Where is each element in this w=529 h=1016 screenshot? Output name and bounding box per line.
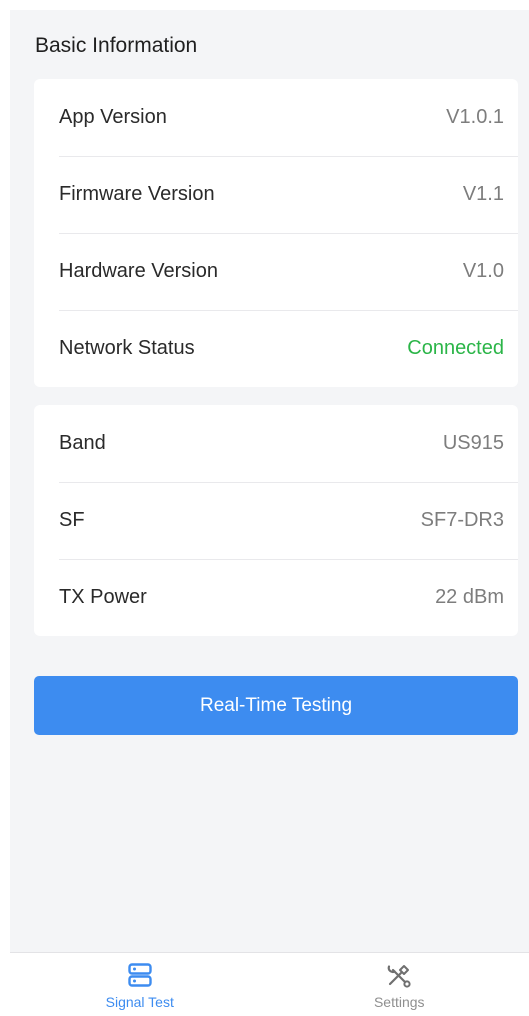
row-value: 22 dBm [435,586,504,608]
tab-settings[interactable]: Settings [270,953,529,1016]
row-label: App Version [59,106,167,128]
row-label: SF [59,509,85,531]
row-label: TX Power [59,586,147,608]
network-status-value: Connected [407,337,504,359]
row-value: SF7-DR3 [420,509,504,531]
row-tx-power: TX Power 22 dBm [34,559,518,636]
tab-label: Settings [373,994,425,1010]
row-sf: SF SF7-DR3 [34,482,518,559]
row-firmware-version: Firmware Version V1.1 [34,156,518,233]
row-label: Band [59,432,106,454]
basic-info-card: App Version V1.0.1 Firmware Version V1.1… [34,79,518,387]
row-label: Network Status [59,337,195,359]
row-band: Band US915 [34,405,518,482]
server-icon [128,963,152,987]
real-time-testing-button[interactable]: Real-Time Testing [34,676,518,735]
tools-icon [387,965,411,988]
app-screen: Basic Information App Version V1.0.1 Fir… [10,10,529,1016]
tab-label: Signal Test [105,994,174,1010]
row-value: V1.1 [462,183,504,205]
bottom-tab-bar: Signal Test Settings [10,952,529,1016]
row-value: US915 [442,432,504,454]
row-label: Firmware Version [59,183,215,205]
section-title: Basic Information [35,34,198,57]
radio-config-card: Band US915 SF SF7-DR3 TX Power 22 dBm [34,405,518,636]
row-app-version: App Version V1.0.1 [34,79,518,156]
tab-signal-test[interactable]: Signal Test [10,953,270,1016]
row-value: V1.0.1 [446,106,504,128]
row-network-status: Network Status Connected [34,310,518,387]
row-value: V1.0 [462,260,504,282]
row-label: Hardware Version [59,260,218,282]
row-hardware-version: Hardware Version V1.0 [34,233,518,310]
